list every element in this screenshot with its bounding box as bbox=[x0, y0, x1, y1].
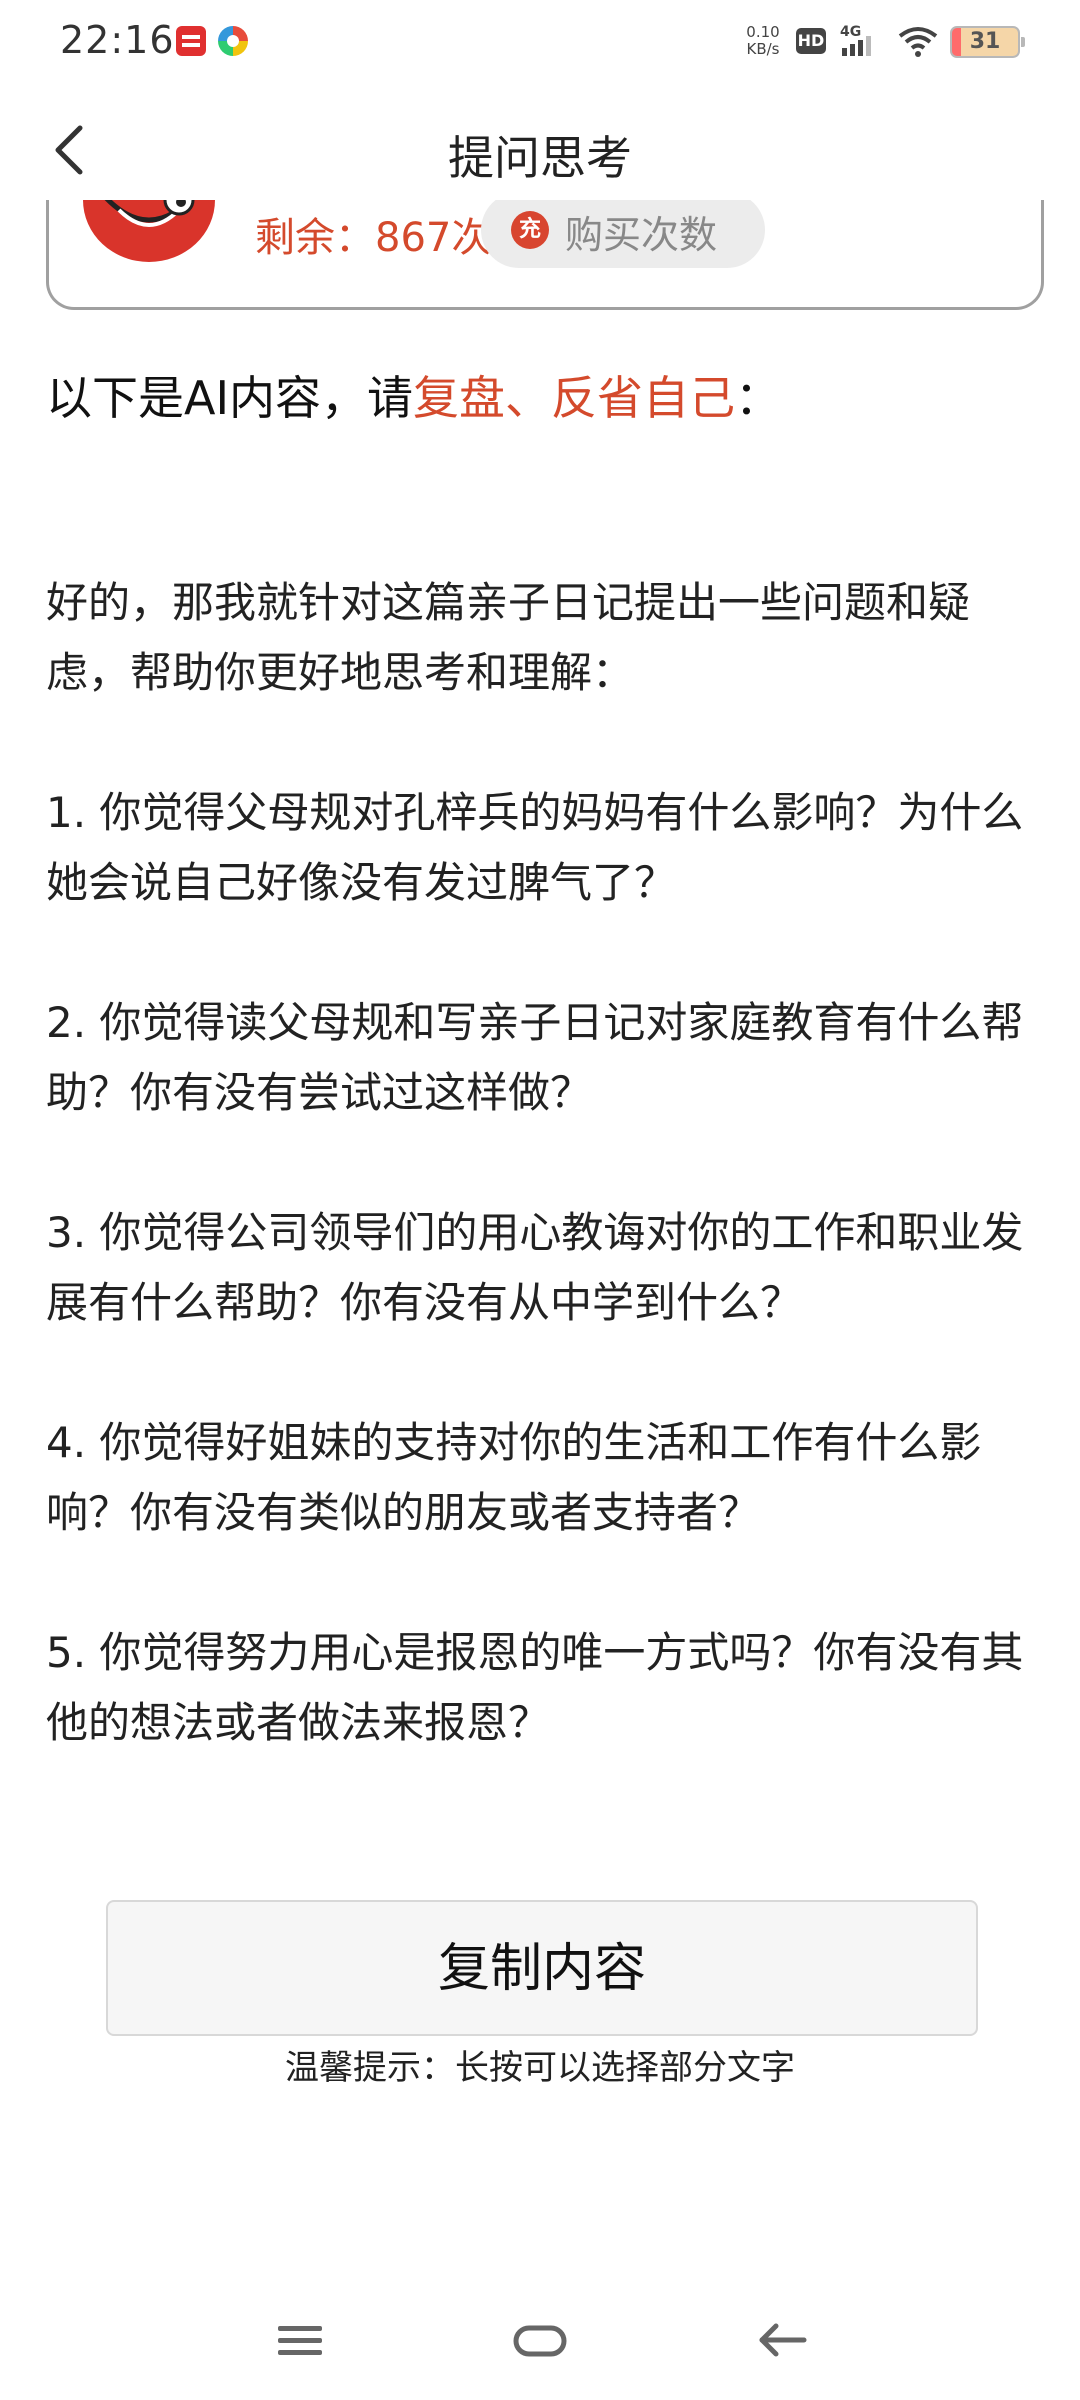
remaining-count: 剩余：867次 bbox=[255, 215, 492, 261]
intro-highlight: 复盘、反省自己 bbox=[413, 371, 736, 425]
intro-prefix: 以下是AI内容，请 bbox=[46, 371, 414, 425]
home-icon[interactable] bbox=[500, 2310, 580, 2370]
buy-count-label: 购买次数 bbox=[565, 213, 718, 257]
network-type-label: 4G bbox=[840, 24, 861, 40]
menu-icon[interactable] bbox=[260, 2310, 340, 2370]
hd-badge: HD bbox=[796, 28, 826, 54]
ai-paragraph: 1. 你觉得父母规对孔梓兵的妈妈有什么影响？为什么她会说自己好像没有发过脾气了？ bbox=[46, 788, 1024, 907]
network-speed-unit: KB/s bbox=[746, 40, 780, 58]
battery-icon: 31 bbox=[950, 26, 1025, 58]
network-speed-value: 0.10 bbox=[746, 23, 780, 41]
wifi-icon bbox=[898, 27, 938, 57]
ai-paragraph: 3. 你觉得公司领导们的用心教诲对你的工作和职业发展有什么帮助？你有没有从中学到… bbox=[46, 1208, 1024, 1327]
network-speed: 0.10 KB/s bbox=[738, 24, 788, 58]
status-bar: 22:16 0.10 KB/s HD 4G 31 bbox=[0, 0, 1080, 84]
signal-icon: 4G bbox=[840, 24, 871, 56]
nav-bar: 提问思考 bbox=[0, 84, 1080, 200]
browser-app-icon bbox=[218, 26, 248, 56]
intro-line: 以下是AI内容，请复盘、反省自己： bbox=[46, 362, 781, 428]
copy-content-button[interactable]: 复制内容 bbox=[106, 1900, 978, 2036]
ai-content[interactable]: 好的，那我就针对这篇亲子日记提出一些问题和疑虑，帮助你更好地思考和理解： 1. … bbox=[46, 568, 1036, 1828]
tip-text: 温馨提示：长按可以选择部分文字 bbox=[285, 2048, 795, 2088]
ai-paragraph: 2. 你觉得读父母规和写亲子日记对家庭教育有什么帮助？你有没有尝试过这样做？ bbox=[46, 998, 1024, 1117]
ai-paragraph: 5. 你觉得努力用心是报恩的唯一方式吗？你有没有其他的想法或者做法来报恩？ bbox=[46, 1628, 1024, 1747]
news-app-icon bbox=[176, 26, 206, 56]
system-nav-bar bbox=[0, 2300, 1080, 2380]
status-time: 22:16 bbox=[60, 18, 175, 62]
buy-count-button[interactable]: 充 购买次数 bbox=[481, 192, 765, 268]
intro-suffix: ： bbox=[735, 371, 782, 425]
charge-icon: 充 bbox=[511, 211, 549, 249]
ai-paragraph: 好的，那我就针对这篇亲子日记提出一些问题和疑虑，帮助你更好地思考和理解： bbox=[46, 578, 971, 697]
battery-level: 31 bbox=[969, 29, 1001, 54]
ai-paragraph: 4. 你觉得好姐妹的支持对你的生活和工作有什么影响？你有没有类似的朋友或者支持者… bbox=[46, 1418, 982, 1537]
back-icon[interactable] bbox=[742, 2310, 822, 2370]
page-title: 提问思考 bbox=[448, 131, 632, 185]
